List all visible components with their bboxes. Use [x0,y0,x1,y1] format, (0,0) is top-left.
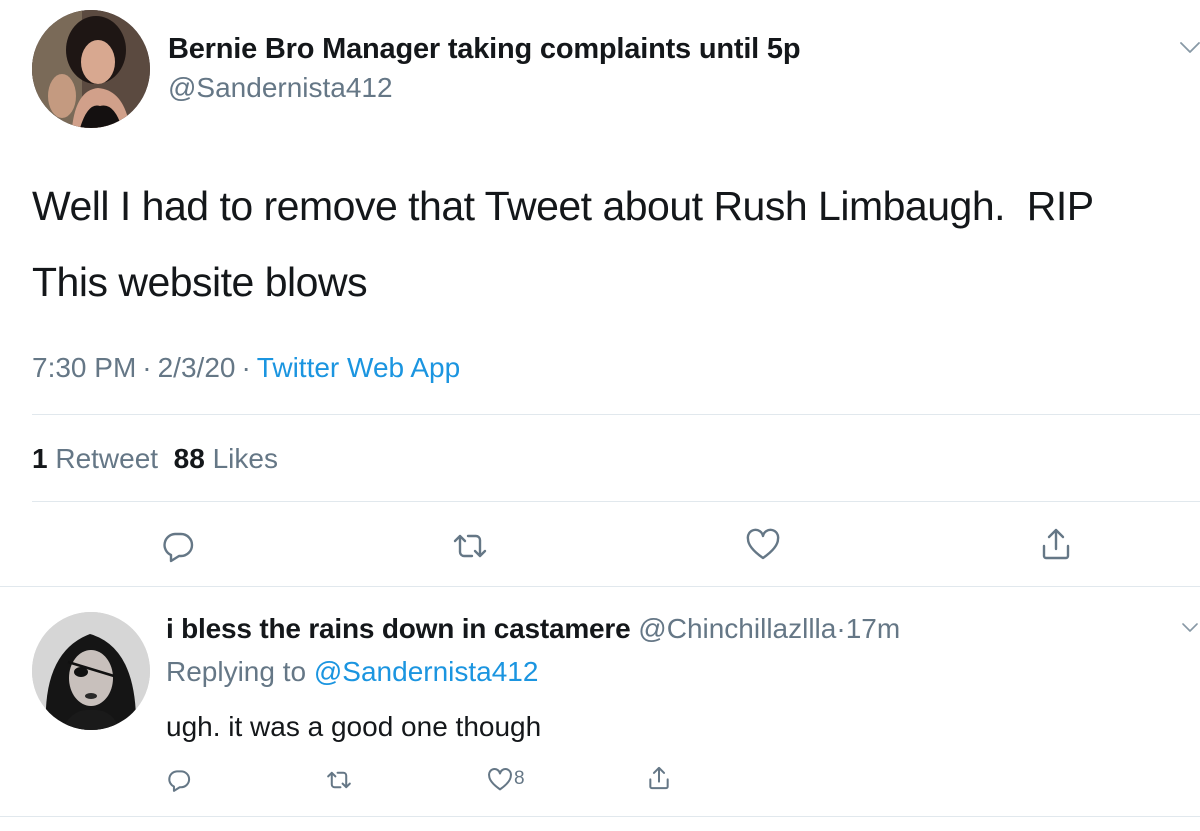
retweet-icon[interactable] [452,528,488,564]
heart-icon[interactable] [745,527,781,563]
reply-handle[interactable]: @Chinchillazllla [638,613,836,644]
replying-to-handle-link[interactable]: @Sandernista412 [314,656,539,687]
reply-icon[interactable] [160,528,196,564]
reply-time[interactable]: 17m [846,613,900,644]
chevron-down-icon[interactable] [1182,623,1198,633]
divider [32,501,1200,502]
likes-stat[interactable]: 88 Likes [174,443,278,474]
avatar-image [32,612,150,730]
display-name[interactable]: Bernie Bro Manager taking complaints unt… [168,33,801,66]
heart-icon[interactable] [487,767,513,793]
chevron-down-icon[interactable] [1180,42,1200,54]
avatar[interactable] [32,10,150,128]
share-icon[interactable] [646,765,672,791]
user-handle[interactable]: @Sandernista412 [168,72,393,104]
retweet-label: Retweet [55,443,159,474]
reply-header: i bless the rains down in castamere @Chi… [166,613,900,645]
reply-text: ugh. it was a good one though [166,711,542,742]
tweet-time[interactable]: 7:30 PM [32,352,136,383]
tweet-source-link[interactable]: Twitter Web App [257,352,460,383]
separator: · [241,352,251,383]
share-icon[interactable] [1038,526,1074,562]
avatar-image [32,10,150,128]
retweet-count: 1 [32,443,48,474]
tweet-text: Well I had to remove that Tweet about Ru… [32,183,1094,229]
separator: · [142,352,152,383]
engagement-stats: 1 Retweet 88 Likes [32,443,278,475]
retweet-icon[interactable] [326,767,352,793]
tweet-date[interactable]: 2/3/20 [158,352,236,383]
tweet-text: This website blows [32,259,368,305]
retweets-stat[interactable]: 1 Retweet [32,443,158,474]
reply-icon[interactable] [166,767,192,793]
like-label: Likes [212,443,278,474]
replying-to: Replying to @Sandernista412 [166,656,538,688]
separator: · [836,613,846,644]
like-count: 88 [173,443,205,474]
divider [0,816,1200,817]
tweet-meta: 7:30 PM · 2/3/20 · Twitter Web App [32,352,460,384]
reply-like-count: 8 [514,768,525,789]
avatar[interactable] [32,612,150,730]
divider [0,586,1200,587]
divider [32,414,1200,415]
replying-prefix: Replying to [166,656,307,687]
reply-display-name[interactable]: i bless the rains down in castamere [166,613,631,644]
